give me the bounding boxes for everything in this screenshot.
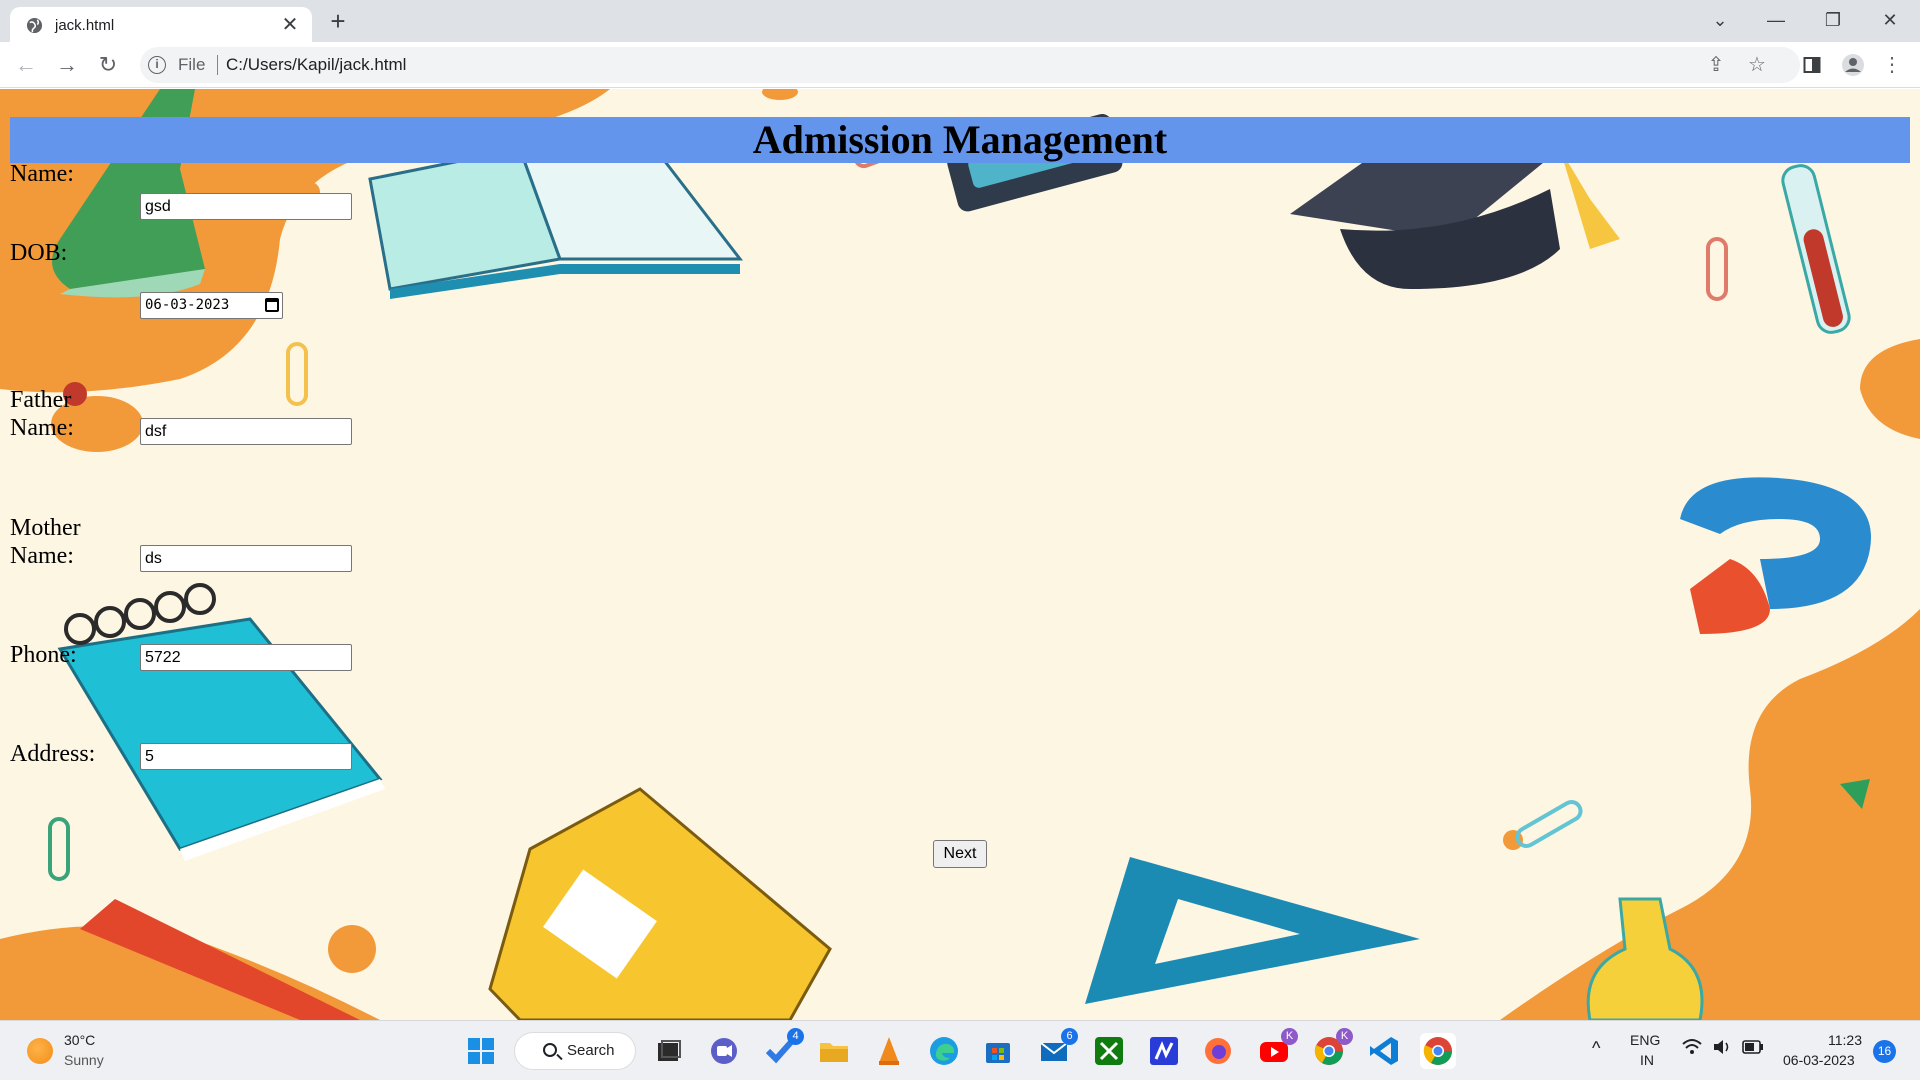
chrome-profile-badge: K: [1336, 1028, 1353, 1045]
battery-icon[interactable]: [1742, 1040, 1764, 1057]
clock-time[interactable]: 11:23: [1828, 1032, 1862, 1048]
vlc-icon[interactable]: [871, 1033, 907, 1069]
bookmark-star-icon[interactable]: ☆: [1741, 49, 1773, 81]
weather-temperature[interactable]: 30°C: [64, 1032, 95, 1048]
edge-icon[interactable]: [926, 1033, 962, 1069]
youtube-icon[interactable]: K: [1256, 1028, 1298, 1069]
close-window-button[interactable]: ✕: [1870, 4, 1910, 36]
page-header-banner: Admission Management: [10, 117, 1910, 163]
clock-date[interactable]: 06-03-2023: [1783, 1052, 1855, 1068]
side-panel-icon[interactable]: [1796, 49, 1828, 81]
dob-value: 06-03-2023: [145, 297, 230, 313]
forward-arrow-icon[interactable]: →: [51, 49, 83, 81]
restore-button[interactable]: ❐: [1813, 4, 1853, 36]
microsoft-store-icon[interactable]: [980, 1033, 1016, 1069]
wifi-icon[interactable]: [1682, 1038, 1702, 1061]
teams-chat-icon[interactable]: [706, 1033, 742, 1069]
mail-icon[interactable]: 6: [1036, 1028, 1078, 1069]
windows-taskbar: 30°C Sunny Search 4 6 K K ^ ENG IN 11:23…: [0, 1020, 1920, 1080]
share-icon[interactable]: ⇪: [1700, 49, 1732, 81]
search-icon: [543, 1043, 557, 1057]
name-label: Name:: [10, 161, 74, 187]
youtube-profile-badge: K: [1281, 1028, 1298, 1045]
file-scheme-label: File: [178, 55, 206, 74]
father-name-input[interactable]: dsf: [140, 418, 352, 445]
tab-search-chevron-icon[interactable]: ⌄: [1700, 4, 1740, 36]
phone-input[interactable]: 5722: [140, 644, 352, 671]
page-viewport: Admission Management Name: gsd DOB: 06-0…: [0, 89, 1920, 1020]
taskbar-search[interactable]: Search: [514, 1032, 636, 1070]
xbox-icon[interactable]: [1091, 1033, 1127, 1069]
omnibox-separator: [217, 55, 218, 75]
dob-date-input[interactable]: 06-03-2023: [140, 292, 283, 319]
back-arrow-icon[interactable]: ←: [10, 49, 42, 81]
address-label: Address:: [10, 741, 96, 767]
info-icon[interactable]: i: [148, 56, 166, 74]
search-label: Search: [567, 1042, 615, 1059]
name-input[interactable]: gsd: [140, 193, 352, 220]
profile-avatar-icon[interactable]: [1837, 49, 1869, 81]
father-name-label: Father Name:: [10, 387, 74, 441]
reload-icon[interactable]: ↻: [92, 49, 124, 81]
tab-title: jack.html: [55, 17, 115, 34]
globe-icon: [26, 17, 43, 34]
new-tab-button[interactable]: +: [324, 8, 352, 36]
address-bar[interactable]: i File C:/Users/Kapil/jack.html ⇪ ☆: [140, 47, 1800, 83]
mother-name-input[interactable]: ds: [140, 545, 352, 572]
page-title: Admission Management: [752, 117, 1168, 162]
mother-name-label: Mother Name:: [10, 515, 81, 569]
browser-tab[interactable]: jack.html ✕: [10, 7, 312, 42]
task-view-icon[interactable]: [650, 1033, 686, 1069]
next-button[interactable]: Next: [933, 840, 987, 868]
close-tab-icon[interactable]: ✕: [278, 13, 302, 37]
tab-strip: jack.html ✕ + ⌄ — ❐ ✕: [0, 0, 1920, 42]
mail-badge: 6: [1061, 1028, 1078, 1045]
firefox-icon[interactable]: [1200, 1033, 1236, 1069]
todo-icon[interactable]: 4: [762, 1028, 804, 1069]
dob-label: DOB:: [10, 240, 68, 266]
kebab-menu-icon[interactable]: ⋮: [1876, 49, 1908, 81]
vscode-icon[interactable]: [1366, 1033, 1402, 1069]
url-text[interactable]: C:/Users/Kapil/jack.html: [226, 55, 406, 75]
notification-count-badge[interactable]: 16: [1873, 1040, 1896, 1063]
weather-condition[interactable]: Sunny: [64, 1052, 104, 1068]
volume-icon[interactable]: [1712, 1038, 1732, 1059]
language-indicator[interactable]: ENG: [1630, 1032, 1660, 1048]
windows-start-icon[interactable]: [463, 1033, 499, 1069]
todo-badge: 4: [787, 1028, 804, 1045]
region-indicator[interactable]: IN: [1640, 1052, 1654, 1068]
address-input[interactable]: 5: [140, 743, 352, 770]
chrome-profile-icon[interactable]: K: [1311, 1028, 1353, 1069]
notes-app-icon[interactable]: [1146, 1033, 1182, 1069]
chrome-active-icon[interactable]: [1420, 1033, 1456, 1069]
sun-icon[interactable]: [27, 1038, 53, 1064]
file-explorer-icon[interactable]: [816, 1033, 852, 1069]
browser-toolbar: ← → ↻ i File C:/Users/Kapil/jack.html ⇪ …: [0, 42, 1920, 88]
calendar-icon[interactable]: [265, 298, 279, 312]
phone-label: Phone:: [10, 642, 77, 668]
minimize-button[interactable]: —: [1756, 4, 1796, 36]
chevron-up-icon[interactable]: ^: [1592, 1038, 1600, 1059]
